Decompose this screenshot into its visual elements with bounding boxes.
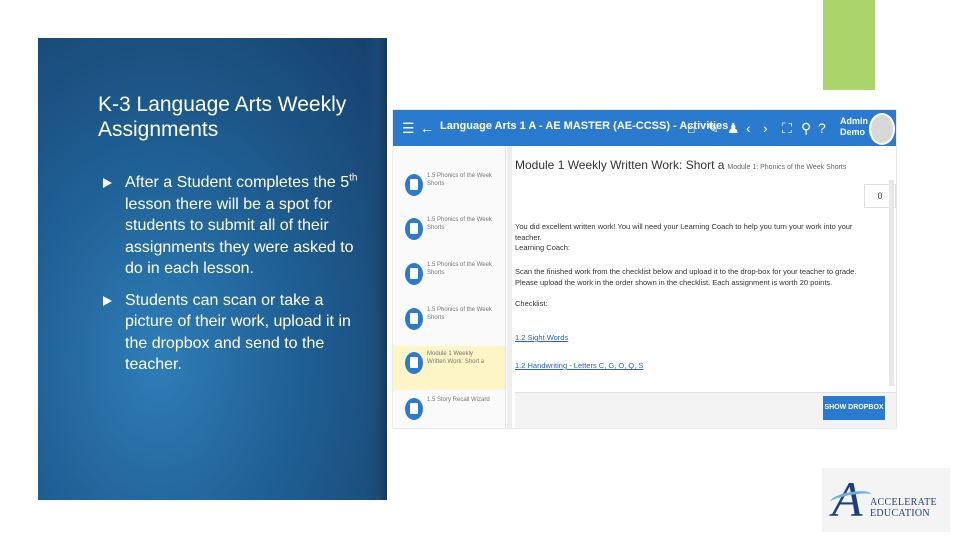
bullet-list: After a Student completes the 5th lesson… bbox=[103, 172, 358, 386]
bullet-text: After a Student completes the 5 bbox=[125, 174, 350, 191]
edit-icon[interactable]: ✎ bbox=[707, 119, 719, 137]
sidebar-item[interactable]: 1.5 Phonics of the Week Shorts bbox=[393, 212, 505, 256]
sidebar-item[interactable]: 1.5 Story Recall Wizard bbox=[393, 392, 505, 428]
menu-icon[interactable]: ☰ bbox=[402, 119, 415, 137]
app-bar: ☰ ← Language Arts 1 A - AE MASTER (AE-CC… bbox=[393, 110, 896, 146]
slide-title: K-3 Language Arts Weekly Assignments bbox=[98, 93, 347, 141]
activity-title-text: Module 1 Weekly Written Work: Short a bbox=[515, 158, 725, 172]
chevron-left-icon[interactable]: ‹ bbox=[746, 119, 751, 137]
avatar[interactable] bbox=[869, 113, 895, 145]
sidebar-item-label: 1.5 Phonics of the Week Shorts bbox=[427, 217, 492, 231]
document-icon bbox=[405, 352, 423, 374]
checklist-link[interactable]: 1.2 Handwriting - Letters C, G, O, Q, S bbox=[515, 361, 643, 370]
logo-text-line1: ACCELERATE bbox=[870, 497, 937, 508]
user-first-name: Admin bbox=[840, 116, 868, 126]
sidebar-item-label: 1.5 Phonics of the Week Shorts bbox=[427, 262, 492, 276]
people-icon[interactable]: ♟ bbox=[727, 119, 740, 137]
help-icon[interactable]: ? bbox=[818, 119, 826, 137]
sidebar-item-label: 1.5 Phonics of the Week Shorts bbox=[427, 173, 492, 187]
checklist-link[interactable]: 1.2 Sight Words bbox=[515, 333, 568, 342]
bullet-text: Students can scan or take a picture of t… bbox=[125, 291, 351, 374]
user-last-name: Demo bbox=[840, 127, 866, 137]
sidebar-item[interactable]: 1.5 Phonics of the Week Shorts bbox=[393, 302, 505, 346]
app-title: Language Arts 1 A - AE MASTER (AE-CCSS) … bbox=[440, 120, 729, 132]
sidebar-item[interactable]: 1.5 Phonics of the Week Shorts bbox=[393, 168, 505, 212]
bullet-text-rest: lesson there will be a spot for students… bbox=[125, 195, 354, 278]
activities-sidebar: 1.5 Phonics of the Week Shorts 1.5 Phoni… bbox=[393, 146, 506, 428]
back-arrow-icon[interactable]: ← bbox=[420, 119, 434, 137]
document-icon bbox=[405, 218, 423, 240]
bullet-item: After a Student completes the 5th lesson… bbox=[103, 172, 358, 280]
sidebar-item-label: 1.5 Phonics of the Week Shorts bbox=[427, 307, 492, 321]
show-dropbox-button[interactable]: SHOW DROPBOX bbox=[823, 396, 885, 420]
document-icon bbox=[405, 174, 423, 196]
document-icon bbox=[405, 263, 423, 285]
bullet-arrow-icon bbox=[103, 295, 112, 306]
user-name[interactable]: Admin Demo bbox=[840, 116, 868, 138]
accelerate-education-logo: A ACCELERATE EDUCATION bbox=[822, 468, 950, 532]
intro-text: You did excellent written work! You will… bbox=[515, 222, 853, 242]
chevron-right-icon[interactable]: › bbox=[763, 119, 768, 137]
home-icon[interactable]: ⌂ bbox=[687, 119, 695, 137]
checklist-heading: Checklist: bbox=[515, 299, 548, 308]
sidebar-item-label: Module 1 Weekly Written Work: Short a bbox=[427, 351, 485, 365]
expand-icon[interactable]: ⛶ bbox=[782, 119, 792, 137]
logo-text-line2: EDUCATION bbox=[870, 508, 930, 519]
document-icon bbox=[405, 398, 423, 420]
coach-heading: Learning Coach: bbox=[515, 243, 571, 252]
sidebar-item-active[interactable]: Module 1 Weekly Written Work: Short a bbox=[393, 346, 505, 390]
activity-subtitle: Module 1: Phonics of the Week Shorts bbox=[727, 164, 847, 171]
content-scrollbar[interactable] bbox=[889, 180, 894, 386]
sidebar-scrollbar[interactable] bbox=[507, 146, 512, 428]
activity-title: Module 1 Weekly Written Work: Short a Mod… bbox=[515, 158, 846, 172]
document-icon bbox=[405, 308, 423, 330]
sidebar-item-label: 1.5 Story Recall Wizard bbox=[427, 397, 490, 403]
search-icon[interactable]: ⚲ bbox=[801, 119, 811, 137]
bullet-arrow-icon bbox=[103, 178, 112, 188]
accent-bar bbox=[823, 0, 875, 90]
bullet-superscript: th bbox=[349, 172, 358, 184]
sidebar-item[interactable]: 1.5 Phonics of the Week Shorts bbox=[393, 257, 505, 301]
embedded-screenshot: ☰ ← Language Arts 1 A - AE MASTER (AE-CC… bbox=[393, 110, 896, 428]
bullet-item: Students can scan or take a picture of t… bbox=[103, 290, 358, 376]
activity-content: Module 1 Weekly Written Work: Short a Mod… bbox=[515, 146, 896, 428]
coach-instructions: Scan the finished work from the checklis… bbox=[515, 267, 857, 287]
